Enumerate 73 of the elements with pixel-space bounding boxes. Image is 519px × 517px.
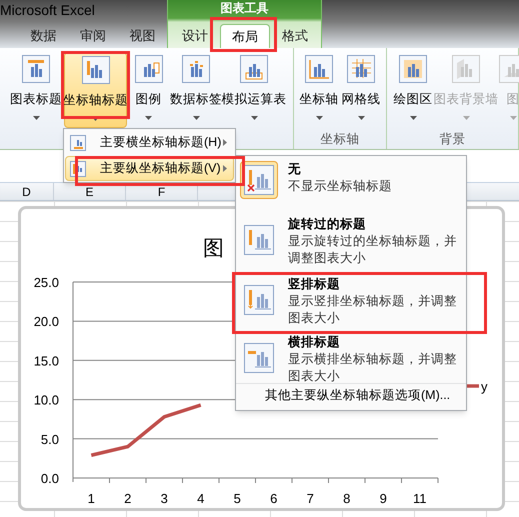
option-description: 不显示坐标轴标题 — [288, 178, 393, 195]
ribbon-button[interactable]: 坐标轴标题 — [64, 52, 127, 128]
legend-label: y — [481, 379, 488, 394]
x-tick-label: 3 — [160, 491, 168, 506]
menu-item[interactable]: 主要横坐标轴标题(H) — [65, 130, 234, 155]
contextual-group-title: 图表工具 — [220, 0, 268, 16]
option-description: 显示旋转过的坐标轴标题，并调整图表大小 — [288, 233, 458, 267]
window-title: Microsoft Excel — [0, 1, 95, 20]
annotation-frame — [210, 17, 277, 52]
dropdown-arrow-icon — [192, 116, 200, 120]
x-tick-label: 6 — [270, 491, 278, 506]
submenu-item[interactable]: 旋转过的标题 显示旋转过的坐标轴标题，并调整图表大小 — [236, 215, 466, 265]
chart-icon — [347, 55, 375, 83]
y-tick-label: 20.0 — [34, 314, 59, 330]
x-tick-label: 2 — [124, 491, 132, 506]
more-options-item[interactable]: 其他主要纵坐标轴标题选项(M)... — [236, 386, 450, 405]
ribbon-button[interactable]: 网格线 — [339, 52, 383, 128]
y-tick-label: 15.0 — [34, 353, 59, 368]
option-title: 旋转过的标题 — [288, 216, 367, 233]
x-tick-label: 8 — [343, 491, 350, 506]
ribbon-button[interactable]: 绘图区 — [392, 52, 434, 128]
y-tick-label: 10.0 — [34, 392, 59, 408]
dropdown-arrow-icon — [250, 116, 258, 120]
submenu-arrow-icon — [223, 165, 227, 172]
x-tick-label: 4 — [197, 491, 204, 506]
ribbon-tab[interactable]: 设计 — [170, 24, 220, 48]
ribbon-button[interactable]: 图例 — [127, 52, 170, 128]
annotation-frame — [61, 51, 130, 119]
y-tick-label: 5.0 — [40, 432, 59, 447]
group-label: 背景 — [440, 131, 466, 148]
chart-icon — [399, 55, 427, 83]
dropdown-arrow-icon — [145, 116, 152, 120]
chart-icon — [134, 55, 162, 83]
ribbon-button[interactable]: 图表标题 — [8, 52, 64, 128]
axis-title-icon — [70, 134, 86, 150]
ribbon-button[interactable]: 坐标轴 — [299, 52, 339, 128]
chart-icon — [499, 55, 519, 83]
chart-icon — [305, 55, 333, 83]
chart-icon — [22, 55, 50, 83]
dropdown-arrow-icon — [410, 116, 416, 120]
dropdown-arrow-icon — [510, 116, 516, 120]
submenu-arrow-icon — [223, 139, 227, 146]
dropdown-arrow-icon — [358, 116, 364, 120]
option-title: 无 — [288, 161, 302, 178]
chart-icon — [240, 55, 268, 83]
ribbon-tab[interactable]: 审阅 — [68, 25, 118, 47]
ribbon-tab[interactable]: 数据 — [19, 25, 68, 47]
option-title: 竖排标题 — [288, 276, 341, 293]
chart-icon — [182, 55, 210, 83]
chart-title: 图 — [203, 237, 224, 260]
ribbon-button[interactable]: 模拟运算表 — [222, 52, 286, 128]
y-tick-label: 25.0 — [34, 275, 59, 290]
submenu-item[interactable]: 竖排标题 显示竖排坐标轴标题，并调整图表大小 — [236, 275, 466, 327]
x-tick-label: 7 — [306, 491, 314, 506]
dropdown-arrow-icon — [92, 117, 99, 121]
ribbon-tab[interactable]: 布局 — [220, 24, 270, 48]
ribbon-tab[interactable]: 视图 — [118, 25, 167, 47]
dropdown-arrow-icon — [462, 116, 470, 120]
option-title: 横排标题 — [288, 334, 341, 351]
chart-icon — [82, 56, 110, 84]
column-header[interactable]: D — [0, 183, 54, 200]
group-label: 坐标轴 — [320, 131, 360, 148]
y-tick-label: 0.0 — [40, 471, 59, 486]
dropdown-arrow-icon — [32, 116, 40, 120]
ribbon-tab[interactable]: 格式 — [270, 24, 320, 48]
x-tick-label: 5 — [234, 491, 241, 506]
option-description: 显示竖排坐标轴标题，并调整图表大小 — [288, 293, 458, 327]
ribbon-button[interactable]: 数据标签 — [170, 52, 222, 128]
x-tick-label: 1 — [88, 491, 95, 506]
x-tick-label: 9 — [380, 491, 387, 506]
chart-icon — [452, 55, 480, 83]
dropdown-arrow-icon — [316, 116, 322, 120]
x-tick-label: 11 — [413, 491, 426, 506]
